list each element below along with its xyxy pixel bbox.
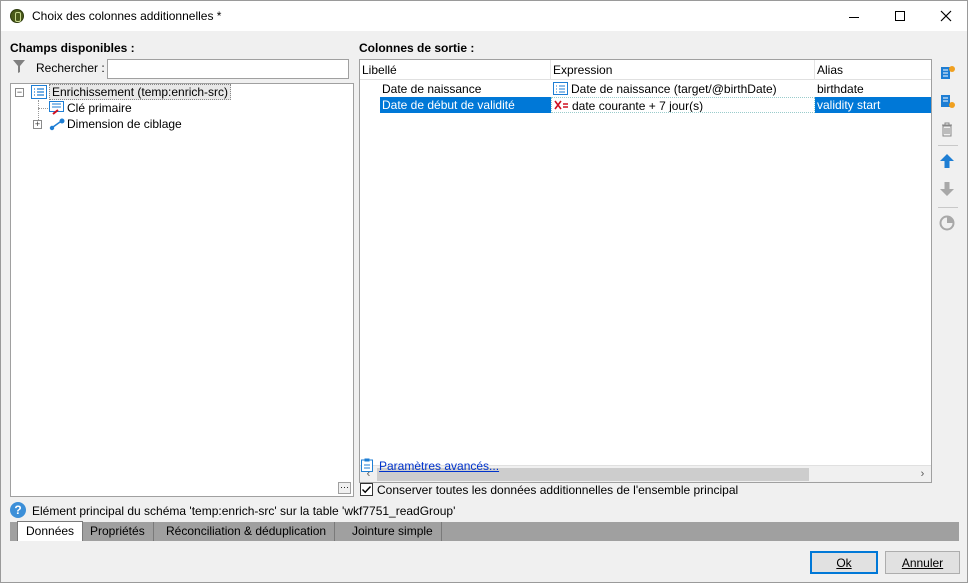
toolbar-separator [938, 145, 958, 146]
tab-reconciliation[interactable]: Réconciliation & déduplication [158, 522, 336, 541]
dialog-content: Champs disponibles : Rechercher : − Enri… [1, 31, 967, 582]
checkmark-icon [362, 486, 372, 494]
app-icon [10, 9, 24, 23]
ok-button[interactable]: Ok [810, 551, 878, 574]
arrow-up-icon [940, 154, 954, 168]
tab-donnees[interactable]: Données [17, 521, 84, 541]
clipboard-icon [361, 458, 373, 472]
add-column-button[interactable] [936, 62, 958, 84]
status-text: Elément principal du schéma 'temp:enrich… [32, 504, 456, 518]
cell-libelle: Date de naissance [382, 82, 482, 96]
cell-expression-text: date courante + 7 jour(s) [572, 99, 704, 113]
table-row[interactable]: Date de naissance Date de naissance (tar… [380, 81, 931, 97]
tab-proprietes[interactable]: Propriétés [82, 522, 154, 541]
add-expression-icon [941, 95, 955, 108]
maximize-button[interactable] [877, 1, 923, 31]
grid-header: Libellé Expression Alias [360, 60, 931, 80]
output-columns-title: Colonnes de sortie : [359, 41, 475, 55]
table-row[interactable]: Date de début de validité date courante … [380, 97, 931, 113]
link-icon [49, 117, 65, 131]
tree-connector [38, 108, 48, 109]
move-up-button[interactable] [936, 150, 958, 172]
add-computed-column-button[interactable] [936, 90, 958, 112]
title-bar: Choix des colonnes additionnelles * [1, 1, 967, 31]
tree-node-root-label: Enrichissement (temp:enrich-src) [49, 84, 232, 100]
cell-alias: validity start [817, 98, 881, 112]
search-label: Rechercher : [36, 61, 105, 75]
tree-node-targeting-dimension-label: Dimension de ciblage [67, 117, 182, 131]
cancel-button-label: Annuler [901, 555, 944, 570]
help-icon: ? [10, 502, 26, 518]
minimize-icon [849, 16, 859, 18]
ok-button-label: Ok [836, 555, 852, 570]
trash-icon [942, 122, 952, 137]
delete-column-button[interactable] [936, 118, 958, 140]
cell-libelle: Date de début de validité [382, 98, 515, 112]
maximize-icon [895, 11, 905, 21]
window-title: Choix des colonnes additionnelles * [32, 9, 222, 23]
advanced-settings-link[interactable]: Paramètres avancés... [379, 459, 499, 473]
expand-toggle[interactable]: + [33, 120, 42, 129]
cancel-button[interactable]: Annuler [885, 551, 960, 574]
close-icon [940, 10, 952, 22]
column-header-expression[interactable]: Expression [551, 60, 815, 80]
dialog-footer: Ok Annuler [1, 543, 967, 582]
move-down-button[interactable] [936, 178, 958, 200]
cell-expression: Date de naissance (target/@birthDate) [551, 81, 815, 97]
cell-alias: birthdate [817, 82, 864, 96]
collapse-toggle[interactable]: − [15, 88, 24, 97]
tab-bar: Données Propriétés Réconciliation & dédu… [10, 521, 959, 541]
tab-jointure-simple[interactable]: Jointure simple [344, 522, 442, 541]
available-fields-title: Champs disponibles : [10, 41, 135, 55]
scroll-right-icon[interactable]: › [914, 466, 931, 483]
cell-expression[interactable]: date courante + 7 jour(s) [551, 97, 815, 113]
keep-data-label: Conserver toutes les données additionnel… [377, 483, 739, 497]
key-field-icon [49, 101, 65, 115]
column-header-libelle[interactable]: Libellé [360, 60, 551, 80]
dialog-window: Choix des colonnes additionnelles * Cham… [0, 0, 968, 583]
fields-tree[interactable]: − Enrichissement (temp:enrich-src) Clé p… [10, 83, 354, 497]
tree-node-primary-key[interactable]: Clé primaire [49, 100, 132, 116]
cell-expression-text: Date de naissance (target/@birthDate) [571, 82, 777, 96]
minimize-button[interactable] [831, 1, 877, 31]
list-icon [31, 85, 47, 99]
keep-data-checkbox[interactable] [360, 483, 373, 496]
arrow-down-icon [940, 182, 954, 196]
tree-node-root[interactable]: Enrichissement (temp:enrich-src) [31, 84, 232, 100]
output-columns-grid[interactable]: Libellé Expression Alias Date de naissan… [359, 59, 932, 483]
column-header-alias[interactable]: Alias [815, 60, 931, 80]
pie-chart-icon [939, 215, 955, 231]
search-input[interactable] [107, 59, 349, 79]
more-button[interactable]: ··· [338, 482, 351, 494]
tree-node-targeting-dimension[interactable]: Dimension de ciblage [49, 116, 182, 132]
toolbar-separator [938, 207, 958, 208]
tree-node-primary-key-label: Clé primaire [67, 101, 132, 115]
filter-icon [13, 60, 25, 73]
formula-icon [554, 100, 568, 110]
add-column-icon [941, 66, 955, 79]
distribution-button[interactable] [936, 212, 958, 234]
field-list-icon [553, 82, 568, 95]
close-button[interactable] [923, 1, 968, 31]
